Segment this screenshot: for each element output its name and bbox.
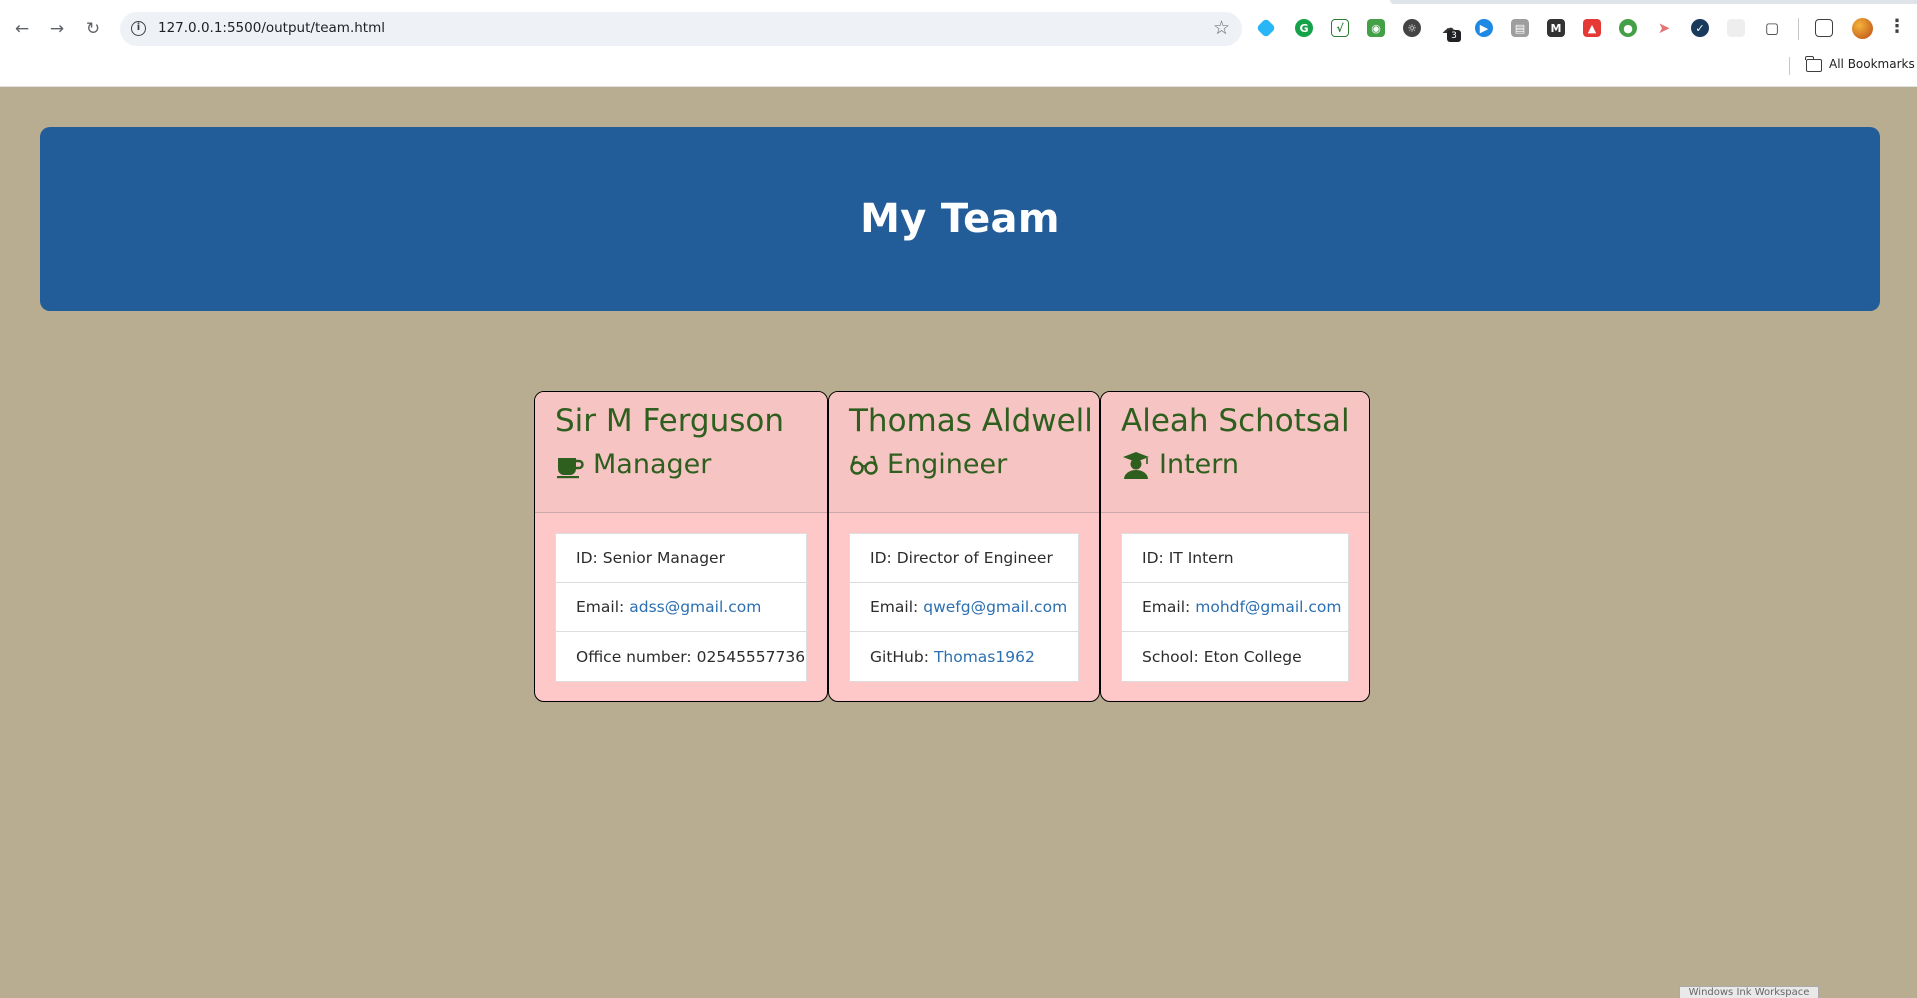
employee-card: Sir M Ferguson Manager ID: Senior Manage…: [534, 391, 828, 702]
employee-card: Aleah Schotsal Intern ID: IT Intern Emai…: [1100, 391, 1370, 702]
employee-name: Thomas Aldwell: [849, 403, 1093, 439]
formula-extension-icon[interactable]: √: [1331, 19, 1349, 37]
m-extension-icon[interactable]: M: [1547, 19, 1565, 37]
school-row: School: Eton College: [1122, 632, 1348, 681]
school-label: School:: [1142, 647, 1199, 666]
email-label: Email:: [870, 598, 919, 616]
employee-name: Aleah Schotsal: [1121, 403, 1350, 439]
diamond-extension-icon[interactable]: [1256, 18, 1276, 38]
role-label: Intern: [1159, 449, 1240, 480]
id-label: ID:: [870, 549, 892, 567]
id-value: IT Intern: [1168, 549, 1234, 567]
graduate-icon: [1123, 451, 1149, 479]
extension-badge: 3: [1447, 30, 1461, 42]
browser-chrome: ← → ↻ i 127.0.0.1:5500/output/team.html …: [0, 0, 1917, 87]
employee-details: ID: IT Intern Email: mohdf@gmail.com Sch…: [1121, 533, 1349, 682]
grammarly-icon[interactable]: G: [1295, 19, 1313, 37]
side-panel-icon[interactable]: [1815, 19, 1833, 37]
employee-email: Email: mohdf@gmail.com: [1122, 583, 1348, 632]
office-number-label: Office number:: [576, 647, 692, 666]
card-header: Aleah Schotsal Intern: [1101, 392, 1369, 513]
employee-role: Manager: [555, 449, 807, 480]
role-label: Manager: [593, 449, 712, 480]
email-link[interactable]: mohdf@gmail.com: [1195, 598, 1341, 616]
play-extension-icon[interactable]: ▶: [1475, 19, 1493, 37]
office-number-value: 02545557736: [696, 647, 806, 666]
employee-details: ID: Director of Engineer Email: qwefg@gm…: [849, 533, 1079, 682]
address-bar[interactable]: i 127.0.0.1:5500/output/team.html ☆: [120, 12, 1242, 46]
email-link[interactable]: adss@gmail.com: [629, 598, 761, 616]
employee-card: Thomas Aldwell Engineer ID: Director of …: [828, 391, 1100, 702]
page-extension-icon[interactable]: ▤: [1511, 19, 1529, 37]
all-bookmarks-link[interactable]: All Bookmarks: [1829, 57, 1915, 71]
email-link[interactable]: qwefg@gmail.com: [923, 598, 1067, 616]
bookmark-star-icon[interactable]: ☆: [1213, 17, 1230, 39]
office-number: Office number: 02545557736: [556, 632, 806, 681]
employee-email: Email: qwefg@gmail.com: [850, 583, 1078, 632]
folder-icon[interactable]: [1805, 56, 1822, 72]
id-label: ID:: [1142, 549, 1164, 567]
github-label: GitHub:: [870, 647, 929, 666]
back-icon[interactable]: ←: [9, 16, 35, 42]
email-label: Email:: [576, 598, 625, 616]
team-cards: Sir M Ferguson Manager ID: Senior Manage…: [534, 391, 1370, 702]
tab-strip-2: [1545, 0, 1917, 4]
blank-extension-icon[interactable]: [1727, 19, 1745, 37]
profile-avatar[interactable]: [1852, 18, 1873, 39]
employee-role: Engineer: [849, 449, 1079, 480]
tab-strip: [1390, 0, 1550, 4]
page-title: My Team: [860, 196, 1060, 242]
employee-id: ID: Senior Manager: [556, 534, 806, 583]
card-header: Thomas Aldwell Engineer: [829, 392, 1099, 513]
red-extension-icon[interactable]: ▲: [1583, 19, 1601, 37]
school-value: Eton College: [1203, 647, 1302, 666]
id-value: Director of Engineer: [896, 549, 1053, 567]
bookmarks-divider: [1789, 57, 1790, 75]
circle-extension-icon[interactable]: ☼: [1403, 19, 1421, 37]
github-row: GitHub: Thomas1962: [850, 632, 1078, 681]
toolbar-divider: [1798, 18, 1799, 40]
frog-extension-icon[interactable]: ◉: [1367, 19, 1385, 37]
employee-name: Sir M Ferguson: [555, 403, 784, 439]
url-text[interactable]: 127.0.0.1:5500/output/team.html: [158, 20, 385, 36]
employee-role: Intern: [1121, 449, 1349, 480]
role-label: Engineer: [887, 449, 1008, 480]
glasses-icon: [850, 455, 878, 475]
id-label: ID:: [576, 549, 598, 567]
employee-id: ID: IT Intern: [1122, 534, 1348, 583]
windows-ink-workspace[interactable]: Windows Ink Workspace: [1679, 986, 1819, 998]
id-value: Senior Manager: [602, 549, 725, 567]
reload-icon[interactable]: ↻: [80, 16, 106, 42]
employee-id: ID: Director of Engineer: [850, 534, 1078, 583]
forward-icon[interactable]: →: [44, 16, 70, 42]
arrow-extension-icon[interactable]: ➤: [1655, 19, 1673, 37]
browser-menu-icon[interactable]: ⋮: [1888, 16, 1906, 37]
puzzle-extensions-icon[interactable]: ▢: [1763, 19, 1781, 37]
github-link[interactable]: Thomas1962: [934, 648, 1035, 666]
card-header: Sir M Ferguson Manager: [535, 392, 827, 513]
employee-email: Email: adss@gmail.com: [556, 583, 806, 632]
check-extension-icon[interactable]: ✓: [1691, 19, 1709, 37]
email-label: Email:: [1142, 598, 1191, 616]
coffee-icon: [557, 457, 584, 478]
green-circle-extension-icon[interactable]: ●: [1619, 19, 1637, 37]
page-header: My Team: [40, 127, 1880, 311]
employee-details: ID: Senior Manager Email: adss@gmail.com…: [555, 533, 807, 682]
site-info-icon[interactable]: i: [131, 21, 146, 36]
